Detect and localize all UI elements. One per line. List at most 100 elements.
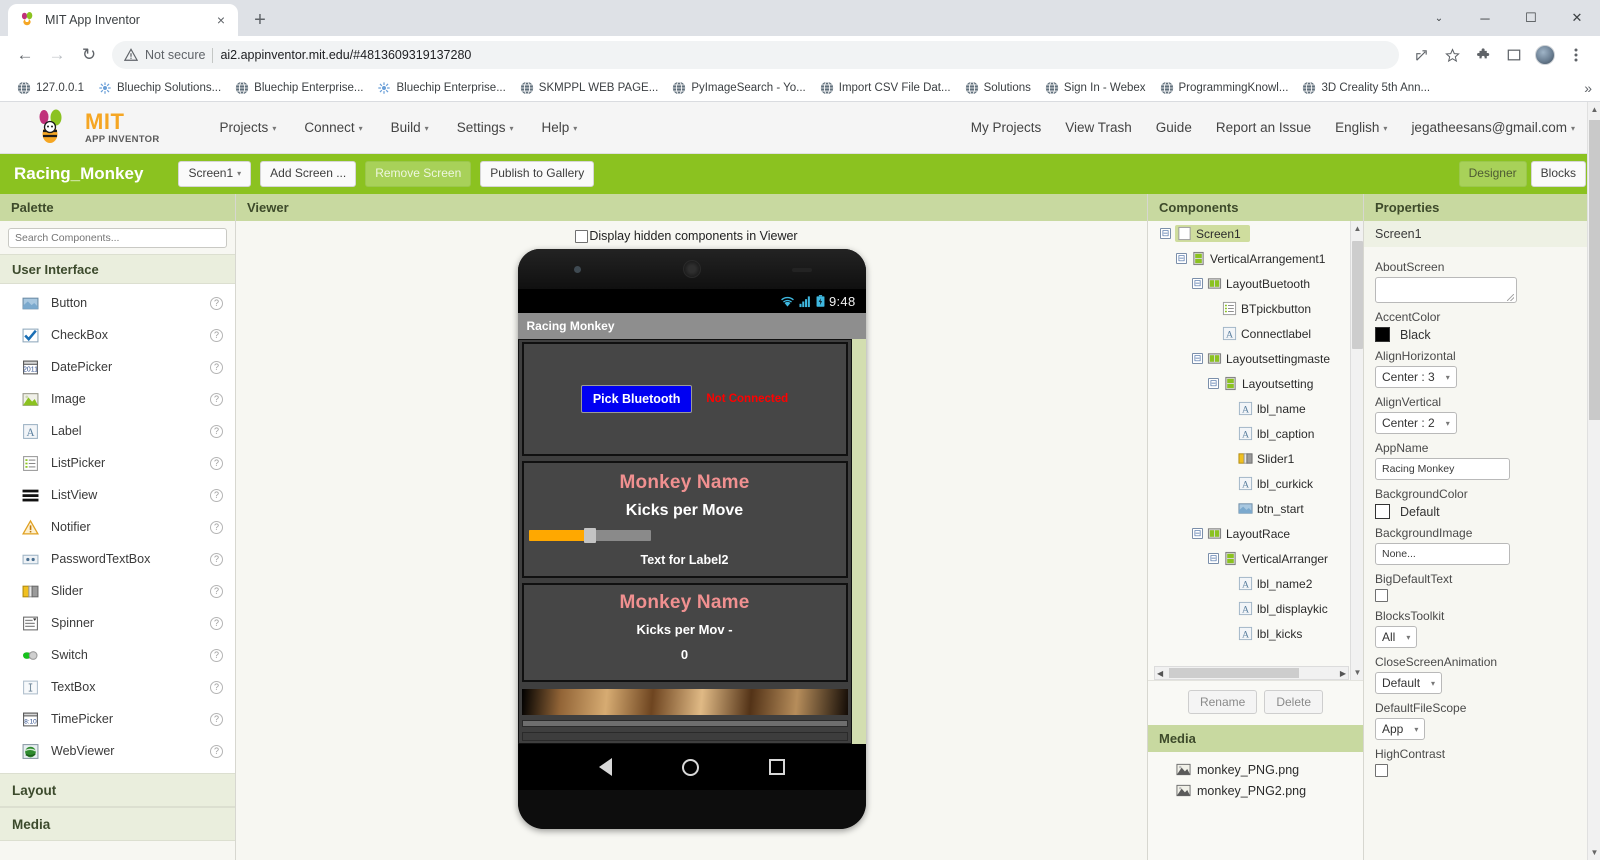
tree-node-verticalarrangement1[interactable]: ⊟ VerticalArrangement1 — [1148, 246, 1363, 271]
sidepanel-icon[interactable] — [1500, 41, 1528, 69]
bookmark-item[interactable]: Bluechip Enterprise... — [228, 78, 370, 98]
help-icon[interactable]: ? — [210, 328, 223, 342]
menu-settings[interactable]: Settings ▾ — [445, 114, 526, 141]
search-input[interactable] — [8, 228, 227, 248]
help-icon[interactable]: ? — [210, 712, 223, 726]
language-select[interactable]: English ▾ — [1324, 114, 1398, 141]
page-vertical-scrollbar[interactable]: ▲ ▼ — [1587, 102, 1600, 860]
tree-node-connectlabel[interactable]: A Connectlabel — [1148, 321, 1363, 346]
link-view-trash[interactable]: View Trash — [1054, 114, 1143, 141]
tree-node-layoutsettingmaster[interactable]: ⊟ Layoutsettingmaste — [1148, 346, 1363, 371]
add-screen-button[interactable]: Add Screen ... — [260, 161, 357, 187]
palette-item-timepicker[interactable]: 8:10 TimePicker ? — [0, 703, 235, 735]
blockstoolkit-select[interactable]: All ▾ — [1375, 626, 1418, 648]
bookmark-item[interactable]: Bluechip Enterprise... — [370, 78, 512, 98]
page-scroll-down-icon[interactable]: ▼ — [1588, 845, 1600, 860]
tree-toggle-icon[interactable]: ⊟ — [1192, 278, 1203, 289]
slider1[interactable] — [528, 527, 651, 543]
profile-avatar[interactable] — [1531, 41, 1559, 69]
help-icon[interactable]: ? — [210, 648, 223, 662]
tree-node-layoutsetting[interactable]: ⊟ Layoutsetting — [1148, 371, 1363, 396]
tree-node-lbl-caption[interactable]: A lbl_caption — [1148, 421, 1363, 446]
bookmark-item[interactable]: Import CSV File Dat... — [813, 78, 958, 98]
palette-item-label[interactable]: A Label ? — [0, 415, 235, 447]
tree-toggle-icon[interactable]: ⊟ — [1160, 228, 1171, 239]
slider-thumb[interactable] — [583, 527, 596, 543]
help-icon[interactable]: ? — [210, 584, 223, 598]
palette-category-media[interactable]: Media — [0, 807, 235, 841]
address-bar[interactable]: Not secure ai2.appinventor.mit.edu/#4813… — [112, 41, 1399, 69]
chrome-menu-icon[interactable] — [1562, 41, 1590, 69]
home-circle-icon[interactable] — [681, 758, 699, 776]
reload-icon[interactable]: ↻ — [74, 40, 104, 70]
help-icon[interactable]: ? — [210, 520, 223, 534]
tab-blocks[interactable]: Blocks — [1530, 161, 1586, 187]
tree-toggle-icon[interactable]: ⊟ — [1192, 528, 1203, 539]
bookmark-item[interactable]: SKMPPL WEB PAGE... — [513, 78, 666, 98]
delete-button[interactable]: Delete — [1264, 690, 1324, 714]
tree-node-verticalarrangement2[interactable]: ⊟ VerticalArranger — [1148, 546, 1363, 571]
tree-node-lbl-kicks[interactable]: A lbl_kicks — [1148, 621, 1363, 646]
tree-node-lbl-curkick[interactable]: A lbl_curkick — [1148, 471, 1363, 496]
screen-selector-button[interactable]: Screen1 ▾ — [178, 161, 252, 187]
backgroundimage-input[interactable]: None... — [1375, 543, 1510, 565]
share-icon[interactable] — [1407, 41, 1435, 69]
bookmark-item[interactable]: ProgrammingKnowl... — [1153, 78, 1296, 98]
palette-item-spinner[interactable]: Spinner ? — [0, 607, 235, 639]
scroll-right-icon[interactable]: ▶ — [1340, 669, 1346, 678]
palette-item-checkbox[interactable]: CheckBox ? — [0, 319, 235, 351]
bookmark-item[interactable]: Solutions — [958, 78, 1038, 98]
media-item[interactable]: monkey_PNG2.png — [1148, 780, 1363, 801]
bookmark-item[interactable]: PyImageSearch - Yo... — [665, 78, 812, 98]
help-icon[interactable]: ? — [210, 616, 223, 630]
bigdefaulttext-checkbox[interactable] — [1375, 589, 1388, 602]
component-tree-hscrollbar[interactable]: ◀ ▶ — [1154, 666, 1349, 680]
tab-search-chevron-icon[interactable]: ⌄ — [1416, 0, 1462, 36]
menu-projects[interactable]: Projects ▾ — [208, 114, 289, 141]
accentcolor-row[interactable]: Black — [1375, 327, 1589, 342]
browser-tab[interactable]: MIT App Inventor × — [8, 4, 238, 36]
palette-item-slider[interactable]: Slider ? — [0, 575, 235, 607]
alignhorizontal-select[interactable]: Center : 3 ▾ — [1375, 366, 1457, 388]
publish-to-gallery-button[interactable]: Publish to Gallery — [480, 161, 595, 187]
help-icon[interactable]: ? — [210, 456, 223, 470]
menu-connect[interactable]: Connect ▾ — [292, 114, 374, 141]
palette-item-switch[interactable]: Switch ? — [0, 639, 235, 671]
mit-app-inventor-logo[interactable]: MIT APP INVENTOR — [30, 109, 160, 147]
tree-node-btn-start[interactable]: btn_start — [1148, 496, 1363, 521]
tree-node-lbl-displaykick[interactable]: A lbl_displaykic — [1148, 596, 1363, 621]
help-icon[interactable]: ? — [210, 360, 223, 374]
tree-toggle-icon[interactable]: ⊟ — [1176, 253, 1187, 264]
back-triangle-icon[interactable] — [598, 758, 612, 776]
rename-button[interactable]: Rename — [1187, 690, 1258, 714]
remove-screen-button[interactable]: Remove Screen — [365, 161, 472, 187]
help-icon[interactable]: ? — [210, 392, 223, 406]
palette-item-textbox[interactable]: TextBox ? — [0, 671, 235, 703]
palette-category-layout[interactable]: Layout — [0, 773, 235, 807]
scroll-left-icon[interactable]: ◀ — [1157, 669, 1163, 678]
defaultfilescope-select[interactable]: App ▾ — [1375, 718, 1426, 740]
extensions-puzzle-icon[interactable] — [1469, 41, 1497, 69]
layout-race-arrangement[interactable]: Monkey Name Kicks per Mov - 0 — [521, 583, 848, 683]
help-icon[interactable]: ? — [210, 424, 223, 438]
palette-category-user-interface[interactable]: User Interface — [0, 254, 235, 284]
help-icon[interactable]: ? — [210, 552, 223, 566]
aboutscreen-textarea[interactable] — [1375, 277, 1517, 303]
palette-item-listview[interactable]: ListView ? — [0, 479, 235, 511]
help-icon[interactable]: ? — [210, 296, 223, 310]
display-hidden-components-checkbox[interactable] — [575, 229, 589, 243]
palette-item-datepicker[interactable]: 2011 DatePicker ? — [0, 351, 235, 383]
tree-node-btpickbutton[interactable]: BTpickbutton — [1148, 296, 1363, 321]
help-icon[interactable]: ? — [210, 488, 223, 502]
resize-grip-icon[interactable] — [1507, 294, 1514, 301]
minimize-window-icon[interactable]: ─ — [1462, 0, 1508, 36]
palette-item-listpicker[interactable]: ListPicker ? — [0, 447, 235, 479]
back-icon[interactable]: ← — [10, 40, 40, 70]
link-guide[interactable]: Guide — [1145, 114, 1203, 141]
tree-node-lbl-name2[interactable]: A lbl_name2 — [1148, 571, 1363, 596]
page-scroll-thumb[interactable] — [1589, 120, 1600, 420]
tree-node-screen1[interactable]: ⊟ Screen1 — [1148, 221, 1363, 246]
backgroundcolor-row[interactable]: Default — [1375, 504, 1589, 519]
bookmark-item[interactable]: Bluechip Solutions... — [91, 78, 228, 98]
display-hidden-components-row[interactable]: Display hidden components in Viewer — [236, 229, 1147, 243]
